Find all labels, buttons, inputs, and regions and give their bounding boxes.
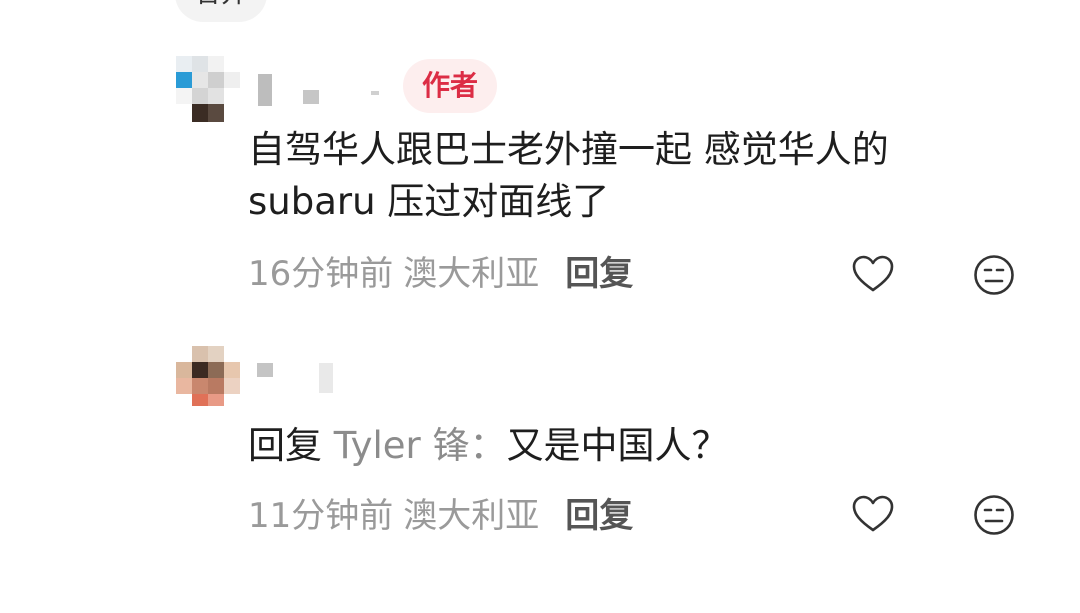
username-blurred[interactable] [255, 358, 385, 394]
heart-outline-icon[interactable] [851, 493, 895, 537]
comment-time: 16分钟前 [248, 254, 394, 294]
reply-prefix: 回复 [248, 424, 322, 467]
username-blurred[interactable] [255, 74, 385, 110]
reply-button[interactable]: 回复 [565, 496, 633, 536]
comment-text-row: 回复 Tyler 锋：又是中国人？ [248, 420, 1008, 472]
reply-button[interactable]: 回复 [565, 254, 633, 294]
comment-text: 自驾华人跟巴士老外撞一起 感觉华人的 subaru 压过对面线了 [248, 128, 889, 223]
collapse-pill[interactable]: 合并 [175, 0, 267, 22]
avatar[interactable] [176, 56, 240, 122]
neutral-face-icon[interactable] [972, 253, 1016, 297]
neutral-face-icon[interactable] [972, 493, 1016, 537]
comment-location: 澳大利亚 [403, 496, 540, 536]
comment-text: 又是中国人？ [506, 424, 729, 467]
author-badge: 作者 [403, 59, 498, 113]
comment-thread: 合并 作者 自驾华人跟巴士老外撞一起 感觉华人的 subaru 压过对面线了 1… [0, 0, 1080, 613]
comment-meta: 16分钟前 澳大利亚 回复 [248, 250, 633, 298]
heart-outline-icon[interactable] [851, 253, 895, 297]
comment-meta: 11分钟前 澳大利亚 回复 [248, 492, 633, 540]
comment-time: 11分钟前 [248, 496, 394, 536]
reply-target-username[interactable]: Tyler 锋： [334, 424, 507, 467]
avatar[interactable] [176, 340, 240, 406]
comment-location: 澳大利亚 [403, 254, 540, 294]
collapse-pill-label: 合并 [195, 0, 247, 9]
